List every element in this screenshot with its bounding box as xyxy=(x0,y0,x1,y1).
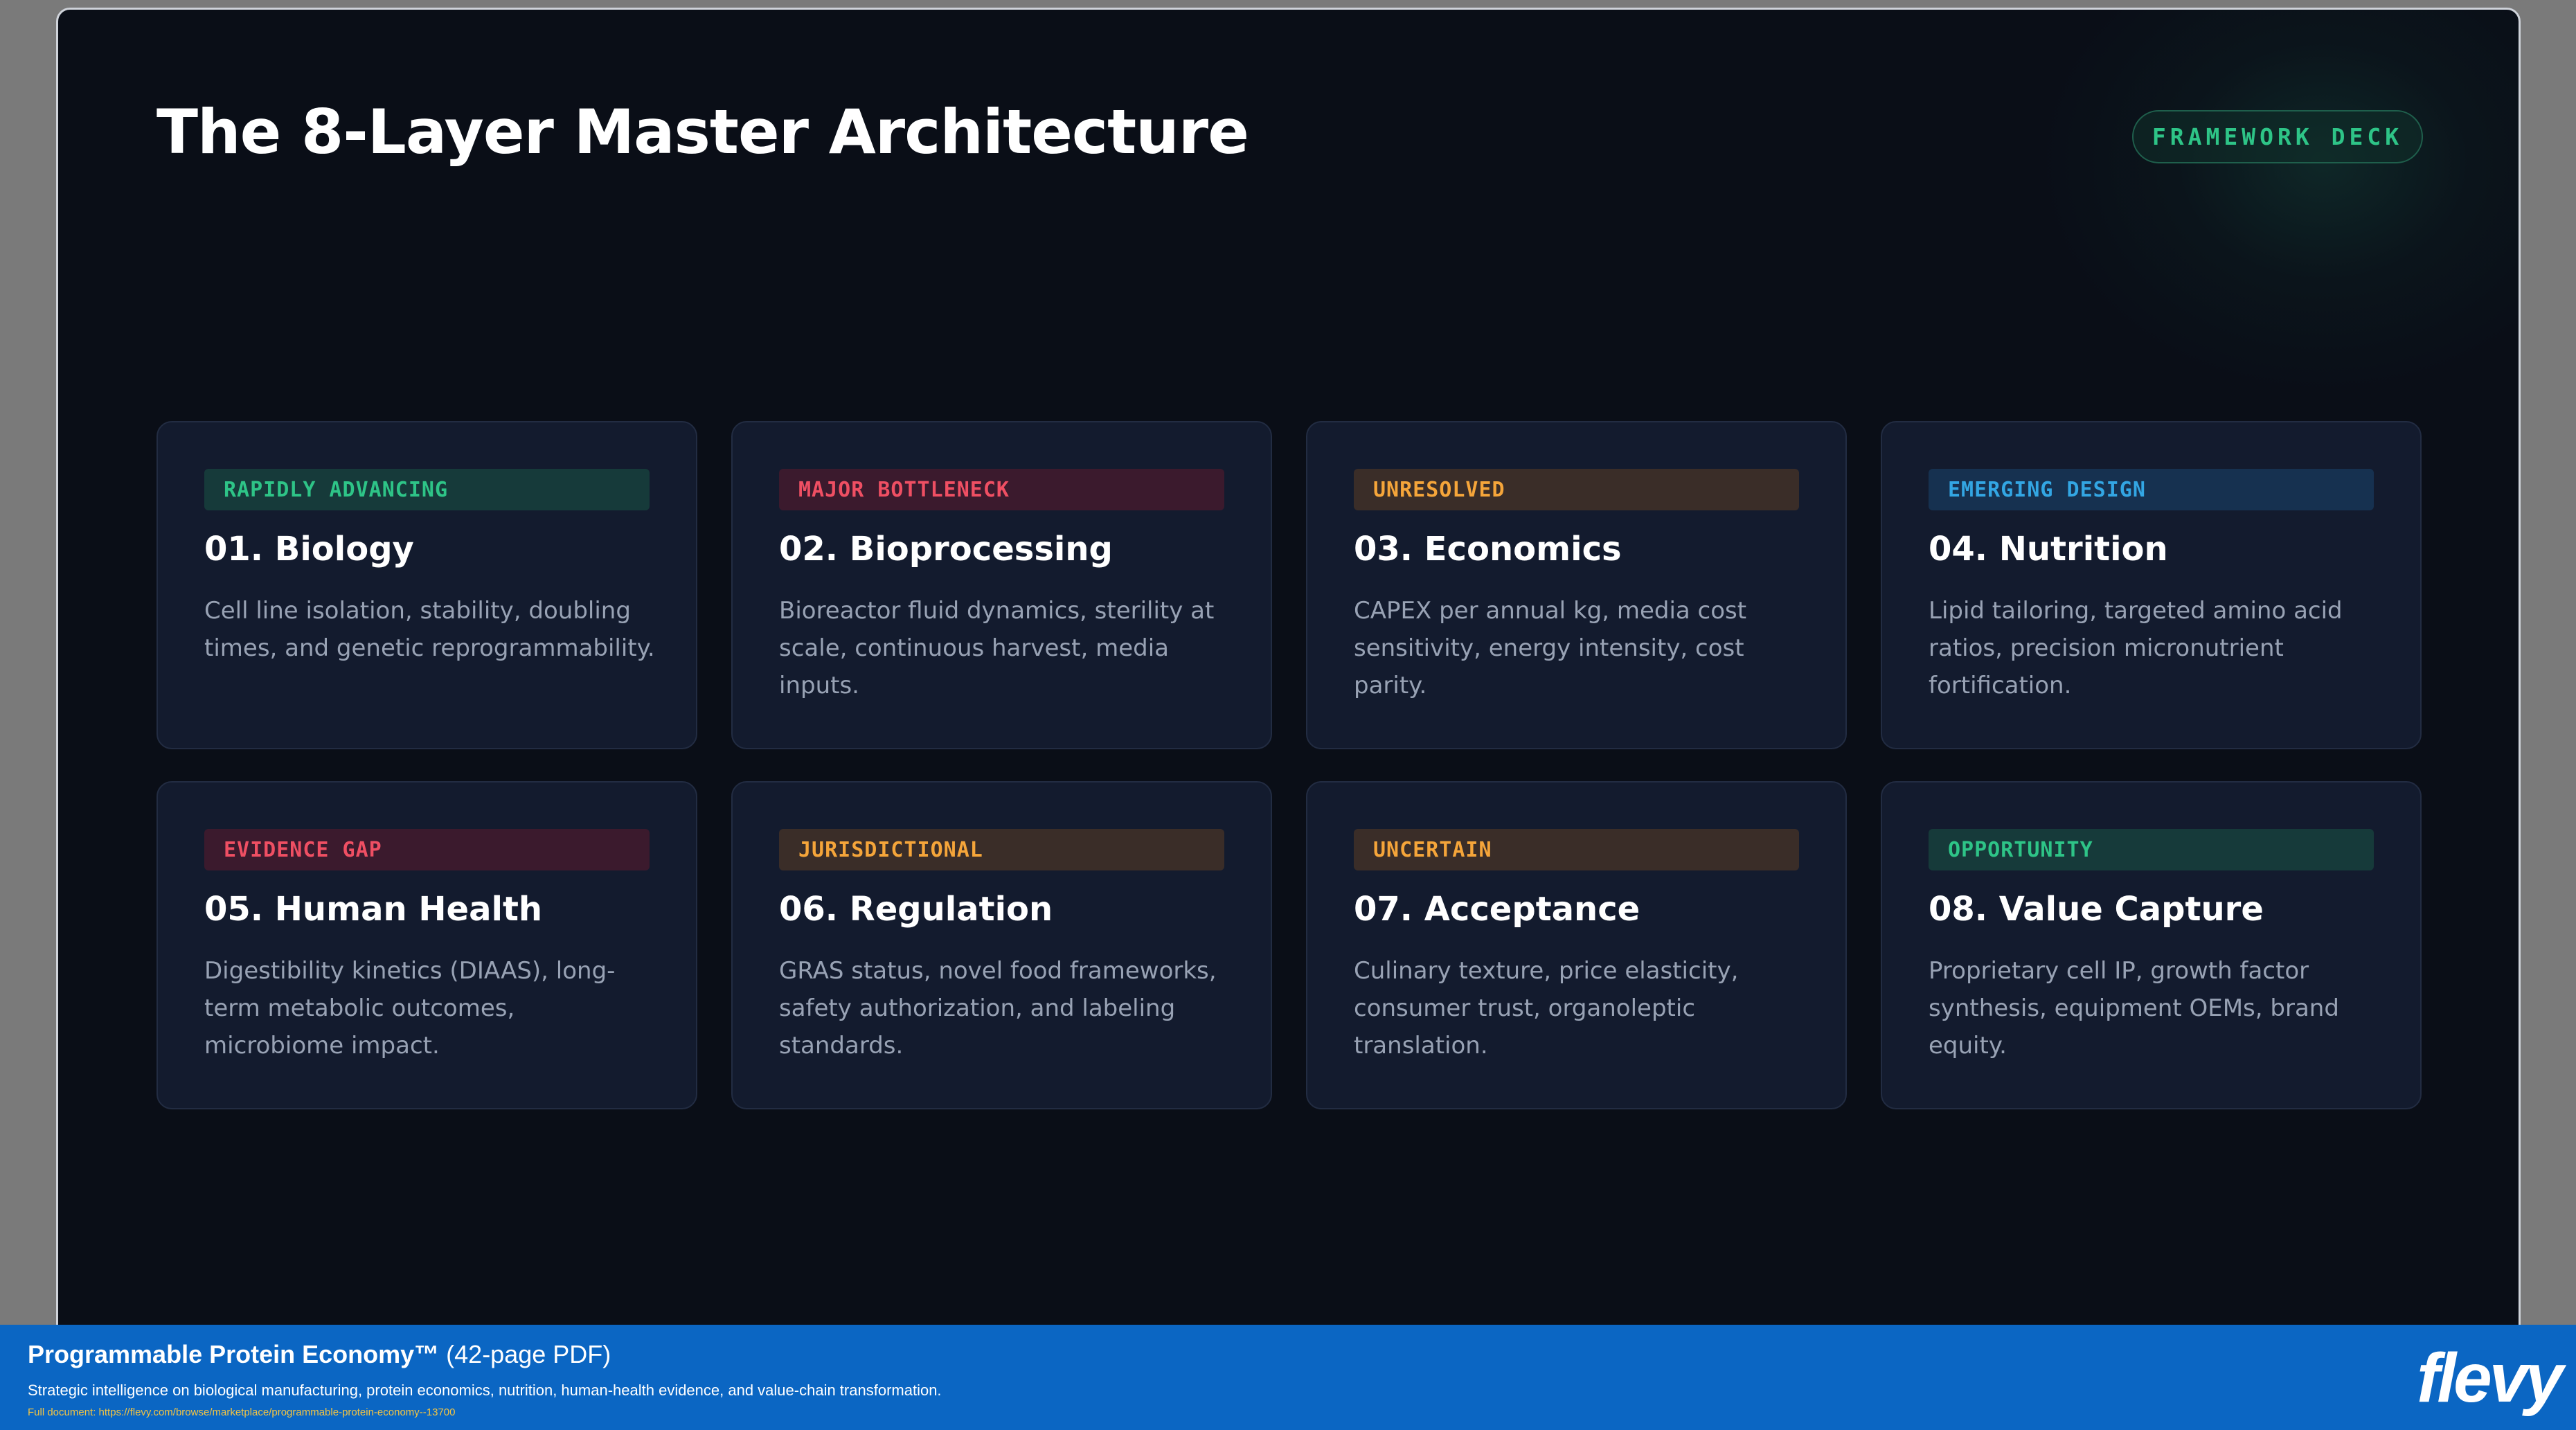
card-title: 06. Regulation xyxy=(779,890,1053,929)
status-tag: RAPIDLY ADVANCING xyxy=(204,469,650,510)
card-description: CAPEX per annual kg, media cost sensitiv… xyxy=(1354,597,1747,699)
card-description: Cell line isolation, stability, doubling… xyxy=(204,597,655,662)
status-tag: MAJOR BOTTLENECK xyxy=(779,469,1224,510)
card-title: 08. Value Capture xyxy=(1929,890,2264,929)
card-title: 07. Acceptance xyxy=(1354,890,1640,929)
layer-card-nutrition: EMERGING DESIGN 04. Nutrition Lipid tail… xyxy=(1881,421,2422,749)
footer-title: Programmable Protein Economy™ (42-page P… xyxy=(28,1340,611,1369)
slide-title: The 8-Layer Master Architecture xyxy=(156,96,1249,168)
layer-card-regulation: JURISDICTIONAL 06. Regulation GRAS statu… xyxy=(731,781,1272,1109)
full-document-link[interactable]: Full document: https://flevy.com/browse/… xyxy=(28,1406,456,1418)
card-description: Lipid tailoring, targeted amino acid rat… xyxy=(1929,597,2343,699)
card-title: 05. Human Health xyxy=(204,890,543,929)
card-description: Proprietary cell IP, growth factor synth… xyxy=(1929,957,2339,1060)
status-tag: JURISDICTIONAL xyxy=(779,829,1224,870)
slide: The 8-Layer Master Architecture FRAMEWOR… xyxy=(56,8,2521,1365)
layer-card-bioprocessing: MAJOR BOTTLENECK 02. Bioprocessing Biore… xyxy=(731,421,1272,749)
card-title: 04. Nutrition xyxy=(1929,530,2168,569)
layer-card-value-capture: OPPORTUNITY 08. Value Capture Proprietar… xyxy=(1881,781,2422,1109)
status-tag: UNCERTAIN xyxy=(1354,829,1799,870)
card-description: GRAS status, novel food frameworks, safe… xyxy=(779,957,1217,1060)
framework-deck-badge: FRAMEWORK DECK xyxy=(2132,110,2423,163)
status-tag: UNRESOLVED xyxy=(1354,469,1799,510)
card-title: 02. Bioprocessing xyxy=(779,530,1113,569)
footer-product-name: Programmable Protein Economy™ xyxy=(28,1340,440,1368)
footer-subtitle: Strategic intelligence on biological man… xyxy=(28,1382,942,1399)
card-title: 03. Economics xyxy=(1354,530,1622,569)
background-glow xyxy=(2034,10,2519,397)
card-description: Bioreactor fluid dynamics, sterility at … xyxy=(779,597,1215,699)
card-description: Culinary texture, price elasticity, cons… xyxy=(1354,957,1739,1060)
status-tag: EVIDENCE GAP xyxy=(204,829,650,870)
status-tag: OPPORTUNITY xyxy=(1929,829,2374,870)
layer-card-acceptance: UNCERTAIN 07. Acceptance Culinary textur… xyxy=(1306,781,1847,1109)
card-description: Digestibility kinetics (DIAAS), long-ter… xyxy=(204,957,616,1060)
card-title: 01. Biology xyxy=(204,530,414,569)
layer-card-human-health: EVIDENCE GAP 05. Human Health Digestibil… xyxy=(156,781,697,1109)
document-footer-banner: Programmable Protein Economy™ (42-page P… xyxy=(0,1325,2576,1430)
layer-card-biology: RAPIDLY ADVANCING 01. Biology Cell line … xyxy=(156,421,697,749)
status-tag: EMERGING DESIGN xyxy=(1929,469,2374,510)
layer-card-economics: UNRESOLVED 03. Economics CAPEX per annua… xyxy=(1306,421,1847,749)
footer-page-count: (42-page PDF) xyxy=(446,1340,611,1368)
flevy-logo[interactable]: flevy xyxy=(2417,1339,2564,1418)
